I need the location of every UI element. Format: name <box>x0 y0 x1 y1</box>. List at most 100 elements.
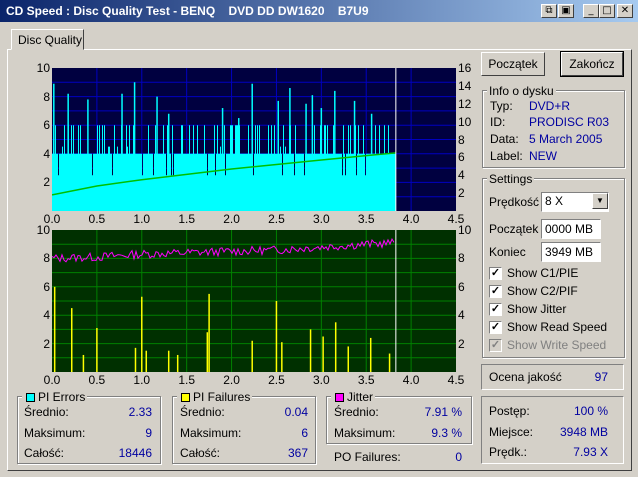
pif-left-tick: 10 <box>36 223 50 237</box>
pif-right-tick: 8 <box>458 251 465 266</box>
pie-right-tick: 6 <box>458 150 465 165</box>
close-button[interactable]: ✕ <box>617 4 633 18</box>
pie-x-tick: 1.5 <box>178 212 195 226</box>
pif-right-axis: 2 4 6 8 10 <box>456 223 481 378</box>
pie-left-tick: 8 <box>43 89 50 104</box>
info-group-title: Info o dysku <box>487 84 556 98</box>
pif-x-tick: 1.0 <box>133 373 151 387</box>
jitter-avg-label: Średnio: <box>334 405 379 419</box>
pie-max-value: 9 <box>145 426 152 440</box>
maximize-button[interactable]: □ <box>599 4 615 18</box>
pif-x-axis: 0.0 0.5 1.0 1.5 2.0 2.5 3.0 3.5 4.0 4.5 <box>42 373 472 389</box>
show-write-speed-checkbox: ✓ <box>489 339 502 352</box>
pif-max-label: Maksimum: <box>180 426 242 440</box>
start-button[interactable]: Początek <box>481 52 545 76</box>
end-mb-label: Koniec <box>489 245 526 259</box>
pif-total-value: 367 <box>287 446 308 460</box>
jitter-max-value: 9.3 % <box>431 426 462 440</box>
pie-x-tick: 1.0 <box>133 212 151 226</box>
pif-x-tick: 3.0 <box>312 373 330 387</box>
pif-total-label: Całość: <box>180 446 221 460</box>
pif-left-tick: 2 <box>43 336 50 351</box>
pie-x-tick: 3.5 <box>357 212 375 226</box>
po-failures-value: 0 <box>455 450 462 464</box>
pie-left-tick: 2 <box>43 175 50 190</box>
pie-left-axis: 2 4 6 8 10 <box>20 61 52 218</box>
app-icon-1[interactable]: ⧉ <box>541 4 557 18</box>
pif-x-tick: 4.0 <box>402 373 420 387</box>
position-label: Miejsce: <box>489 425 534 439</box>
pif-x-tick: 2.5 <box>268 373 285 387</box>
show-jitter-checkbox[interactable]: ✓ <box>489 303 502 316</box>
show-read-speed-checkbox[interactable]: ✓ <box>489 321 502 334</box>
pie-left-tick: 10 <box>36 61 50 75</box>
start-mb-label: Początek <box>489 222 539 236</box>
pie-color-swatch <box>26 393 35 402</box>
speed-select[interactable]: 8 X ▼ <box>541 192 609 212</box>
pie-avg-value: 2.33 <box>128 405 152 419</box>
jitter-color-swatch <box>335 393 344 402</box>
pie-right-tick: 12 <box>458 96 472 111</box>
pif-left-tick: 8 <box>43 251 50 266</box>
info-date-label: Data: <box>490 132 519 146</box>
minimize-button[interactable]: _ <box>583 4 599 18</box>
pie-right-tick: 2 <box>458 186 465 201</box>
speed-label: Prędkość <box>489 195 540 209</box>
info-label-label: Label: <box>490 149 523 163</box>
pif-left-tick: 4 <box>43 308 50 323</box>
info-label-value: NEW <box>529 149 557 163</box>
show-write-speed-label: Show Write Speed <box>507 338 607 352</box>
info-type-label: Typ: <box>490 99 513 113</box>
jitter-avg-value: 7.91 % <box>424 405 462 419</box>
position-value: 3948 MB <box>559 425 608 439</box>
pif-x-tick: 3.5 <box>357 373 375 387</box>
pie-x-tick: 2.5 <box>268 212 285 226</box>
info-date-value: 5 March 2005 <box>529 132 603 146</box>
end-button[interactable]: Zakończ <box>560 51 624 77</box>
app-icon-2[interactable]: ▣ <box>558 4 574 18</box>
pie-x-axis: 0.0 0.5 1.0 1.5 2.0 2.5 3.0 3.5 4.0 4.5 <box>42 212 472 228</box>
start-mb-input[interactable]: 0000 MB <box>541 219 601 239</box>
pie-x-tick: 2.0 <box>223 212 240 226</box>
pif-x-tick: 0.0 <box>43 373 61 387</box>
show-jitter-label: Show Jitter <box>507 302 567 316</box>
pie-max-label: Maksimum: <box>24 426 86 440</box>
progress-value: 100 % <box>573 404 608 418</box>
chevron-down-icon[interactable]: ▼ <box>592 193 608 209</box>
show-c2-checkbox[interactable]: ✓ <box>489 285 502 298</box>
pif-right-tick: 4 <box>458 308 465 323</box>
pie-chart <box>52 68 456 211</box>
pie-left-tick: 6 <box>43 118 50 133</box>
pif-right-tick: 2 <box>458 336 465 351</box>
pie-right-tick: 4 <box>458 168 465 183</box>
info-type-value: DVD+R <box>529 99 571 113</box>
pif-left-tick: 6 <box>43 279 50 294</box>
speed-readout-value: 7.93 X <box>573 445 608 459</box>
show-c1-label: Show C1/PIE <box>507 266 579 280</box>
pif-x-tick: 4.5 <box>447 373 465 387</box>
pie-x-tick: 4.0 <box>402 212 420 226</box>
speed-select-value: 8 X <box>545 194 564 208</box>
settings-group-title: Settings <box>487 172 535 186</box>
pif-left-axis: 2 4 6 8 10 <box>20 223 52 378</box>
show-c1-checkbox[interactable]: ✓ <box>489 267 502 280</box>
pif-right-tick: 6 <box>458 279 465 294</box>
pie-right-tick: 8 <box>458 132 465 147</box>
pif-avg-label: Średnio: <box>180 405 225 419</box>
show-c2-label: Show C2/PIF <box>507 284 578 298</box>
info-id-label: ID: <box>490 115 506 129</box>
tab-disc-quality[interactable]: Disc Quality <box>11 29 84 50</box>
pif-color-swatch <box>181 393 190 402</box>
pif-x-tick: 1.5 <box>178 373 195 387</box>
pie-right-axis: 2 4 6 8 10 12 14 16 <box>456 61 481 214</box>
pif-max-value: 6 <box>301 426 308 440</box>
pie-right-tick: 10 <box>458 114 472 129</box>
pie-total-value: 18446 <box>118 446 152 460</box>
pie-avg-label: Średnio: <box>24 405 69 419</box>
pie-x-tick: 0.5 <box>88 212 106 226</box>
pie-x-tick: 3.0 <box>312 212 330 226</box>
speed-readout-label: Prędk.: <box>489 445 528 459</box>
pif-x-tick: 2.0 <box>223 373 240 387</box>
pif-x-tick: 0.5 <box>88 373 106 387</box>
end-mb-input[interactable]: 3949 MB <box>541 242 601 262</box>
